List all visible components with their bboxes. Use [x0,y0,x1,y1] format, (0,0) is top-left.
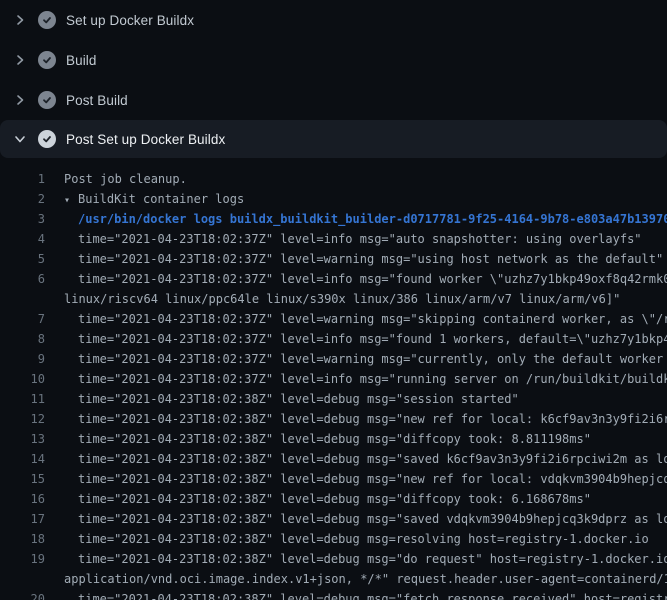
triangle-down-icon[interactable]: ▾ [64,191,78,209]
line-text: time="2021-04-23T18:02:38Z" level=debug … [45,429,591,449]
log-line: 5 time="2021-04-23T18:02:37Z" level=warn… [0,249,667,269]
line-text: time="2021-04-23T18:02:38Z" level=debug … [45,489,591,509]
line-text: time="2021-04-23T18:02:38Z" level=debug … [45,469,667,489]
line-number[interactable]: 7 [0,309,45,329]
log-line: 20 time="2021-04-23T18:02:38Z" level=deb… [0,589,667,600]
line-number[interactable]: 16 [0,489,45,509]
log-line: 18 time="2021-04-23T18:02:38Z" level=deb… [0,529,667,549]
line-number[interactable]: 9 [0,349,45,369]
line-number[interactable]: 5 [0,249,45,269]
line-number[interactable]: 11 [0,389,45,409]
line-text: time="2021-04-23T18:02:38Z" level=debug … [45,529,649,549]
log-line: linux/riscv64 linux/ppc64le linux/s390x … [0,289,667,309]
line-number[interactable] [0,289,45,309]
line-number[interactable]: 17 [0,509,45,529]
line-text: time="2021-04-23T18:02:38Z" level=debug … [45,409,667,429]
line-number[interactable]: 18 [0,529,45,549]
line-number[interactable]: 1 [0,169,45,189]
log-line: 9 time="2021-04-23T18:02:37Z" level=warn… [0,349,667,369]
line-number[interactable]: 2 [0,189,45,209]
log-panel: 1 Post job cleanup. 2 ▾BuildKit containe… [0,158,667,600]
log-line: 8 time="2021-04-23T18:02:37Z" level=info… [0,329,667,349]
chevron-right-icon [12,12,28,28]
log-line: 4 time="2021-04-23T18:02:37Z" level=info… [0,229,667,249]
line-text: time="2021-04-23T18:02:38Z" level=debug … [45,509,667,529]
line-number[interactable]: 10 [0,369,45,389]
step-label: Build [66,53,97,68]
log-line: 17 time="2021-04-23T18:02:38Z" level=deb… [0,509,667,529]
line-text: time="2021-04-23T18:02:38Z" level=debug … [45,389,519,409]
step-header-build[interactable]: Build [0,40,667,80]
step-list: Set up Docker Buildx Build Post Build [0,0,667,158]
chevron-right-icon [12,92,28,108]
log-line: 1 Post job cleanup. [0,169,667,189]
step-header-set-up-docker-buildx[interactable]: Set up Docker Buildx [0,0,667,40]
line-text: time="2021-04-23T18:02:37Z" level=warnin… [45,249,663,269]
log-line: 7 time="2021-04-23T18:02:37Z" level=warn… [0,309,667,329]
step-label: Post Set up Docker Buildx [66,132,225,147]
line-text: application/vnd.oci.image.index.v1+json,… [45,569,667,589]
line-text: time="2021-04-23T18:02:37Z" level=warnin… [45,309,667,329]
line-number[interactable]: 19 [0,549,45,569]
line-text: time="2021-04-23T18:02:37Z" level=info m… [45,369,667,389]
chevron-down-icon [12,131,28,147]
log-line: 13 time="2021-04-23T18:02:38Z" level=deb… [0,429,667,449]
check-circle-icon [38,51,56,69]
log-line: 16 time="2021-04-23T18:02:38Z" level=deb… [0,489,667,509]
line-text: time="2021-04-23T18:02:37Z" level=info m… [45,329,667,349]
command-line-text[interactable]: /usr/bin/docker logs buildx_buildkit_bui… [45,209,667,229]
line-number[interactable]: 4 [0,229,45,249]
log-line: 3 /usr/bin/docker logs buildx_buildkit_b… [0,209,667,229]
log-line: application/vnd.oci.image.index.v1+json,… [0,569,667,589]
step-header-post-build[interactable]: Post Build [0,80,667,120]
check-circle-icon [38,91,56,109]
log-line: 10 time="2021-04-23T18:02:37Z" level=inf… [0,369,667,389]
step-label: Set up Docker Buildx [66,13,194,28]
line-number[interactable]: 15 [0,469,45,489]
log-line: 11 time="2021-04-23T18:02:38Z" level=deb… [0,389,667,409]
line-text: ▾BuildKit container logs [45,189,244,209]
line-text: time="2021-04-23T18:02:37Z" level=info m… [45,269,667,289]
group-title[interactable]: BuildKit container logs [78,192,244,206]
line-text: linux/riscv64 linux/ppc64le linux/s390x … [45,289,620,309]
line-text: time="2021-04-23T18:02:37Z" level=info m… [45,229,642,249]
line-text: time="2021-04-23T18:02:38Z" level=debug … [45,449,667,469]
log-line: 6 time="2021-04-23T18:02:37Z" level=info… [0,269,667,289]
log-line: 12 time="2021-04-23T18:02:38Z" level=deb… [0,409,667,429]
line-text: Post job cleanup. [45,169,187,189]
check-circle-icon [38,130,56,148]
line-text: time="2021-04-23T18:02:38Z" level=debug … [45,549,667,569]
line-number[interactable]: 3 [0,209,45,229]
line-text: time="2021-04-23T18:02:38Z" level=debug … [45,589,667,600]
line-text: time="2021-04-23T18:02:37Z" level=warnin… [45,349,667,369]
line-number[interactable]: 8 [0,329,45,349]
chevron-right-icon [12,52,28,68]
log-line: 15 time="2021-04-23T18:02:38Z" level=deb… [0,469,667,489]
line-number[interactable]: 14 [0,449,45,469]
log-line: 2 ▾BuildKit container logs [0,189,667,209]
actions-log-viewer: Set up Docker Buildx Build Post Build [0,0,667,600]
step-label: Post Build [66,93,128,108]
line-number[interactable]: 20 [0,589,45,600]
line-number[interactable] [0,569,45,589]
line-number[interactable]: 13 [0,429,45,449]
line-number[interactable]: 12 [0,409,45,429]
line-number[interactable]: 6 [0,269,45,289]
step-header-post-set-up-docker-buildx[interactable]: Post Set up Docker Buildx [0,120,667,158]
log-line: 19 time="2021-04-23T18:02:38Z" level=deb… [0,549,667,569]
log-line: 14 time="2021-04-23T18:02:38Z" level=deb… [0,449,667,469]
check-circle-icon [38,11,56,29]
